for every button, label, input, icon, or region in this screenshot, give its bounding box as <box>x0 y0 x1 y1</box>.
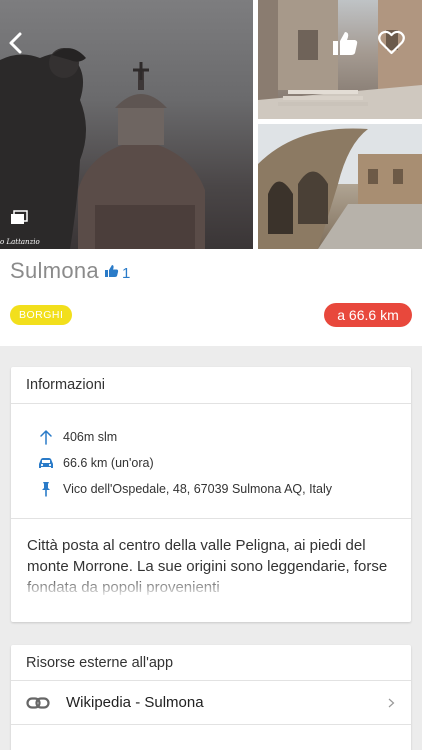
like-icon[interactable] <box>104 264 119 278</box>
altitude-text: 406m slm <box>63 430 118 444</box>
photo-gallery: o Lattanzio <box>0 0 422 250</box>
page-title: Sulmona <box>10 258 99 283</box>
travel-row: 66.6 km (un'ora) <box>11 450 411 476</box>
title-row: Sulmona 1 <box>10 258 130 284</box>
info-card: Informazioni 406m slm 66.6 km (un'ora) V… <box>11 367 411 622</box>
photo-arches[interactable] <box>258 124 422 249</box>
back-icon[interactable] <box>4 28 26 58</box>
photo-church[interactable] <box>258 0 422 119</box>
external-resources-card: Risorse esterne all'app Wikipedia - Sulm… <box>11 645 411 750</box>
divider <box>11 518 411 519</box>
distance-badge: a 66.6 km <box>324 303 412 327</box>
gallery-icon[interactable] <box>10 210 28 226</box>
description-text[interactable]: Città posta al centro della valle Pelign… <box>27 535 395 597</box>
photo-credit: o Lattanzio <box>0 238 40 246</box>
heart-icon[interactable] <box>378 30 405 55</box>
car-icon <box>39 458 53 468</box>
photo-main[interactable]: o Lattanzio <box>0 0 253 249</box>
link-icon <box>26 696 50 709</box>
like-count: 1 <box>121 265 131 282</box>
chevron-right-icon <box>388 698 395 708</box>
external-resources-header: Risorse esterne all'app <box>11 645 411 681</box>
address-row[interactable]: Vico dell'Ospedale, 48, 67039 Sulmona AQ… <box>11 476 411 502</box>
travel-text: 66.6 km (un'ora) <box>63 456 154 470</box>
list-item-wikipedia[interactable]: Wikipedia - Sulmona <box>11 681 411 725</box>
category-badge[interactable]: BORGHI <box>10 305 73 325</box>
wikipedia-link-label: Wikipedia - Sulmona <box>66 694 204 711</box>
altitude-row: 406m slm <box>11 424 411 450</box>
like-icon[interactable] <box>331 29 359 57</box>
arrow-up-icon <box>40 430 52 445</box>
address-text: Vico dell'Ospedale, 48, 67039 Sulmona AQ… <box>63 482 332 496</box>
description-fade <box>27 575 395 597</box>
info-card-header: Informazioni <box>11 367 411 404</box>
pin-icon <box>42 482 50 497</box>
